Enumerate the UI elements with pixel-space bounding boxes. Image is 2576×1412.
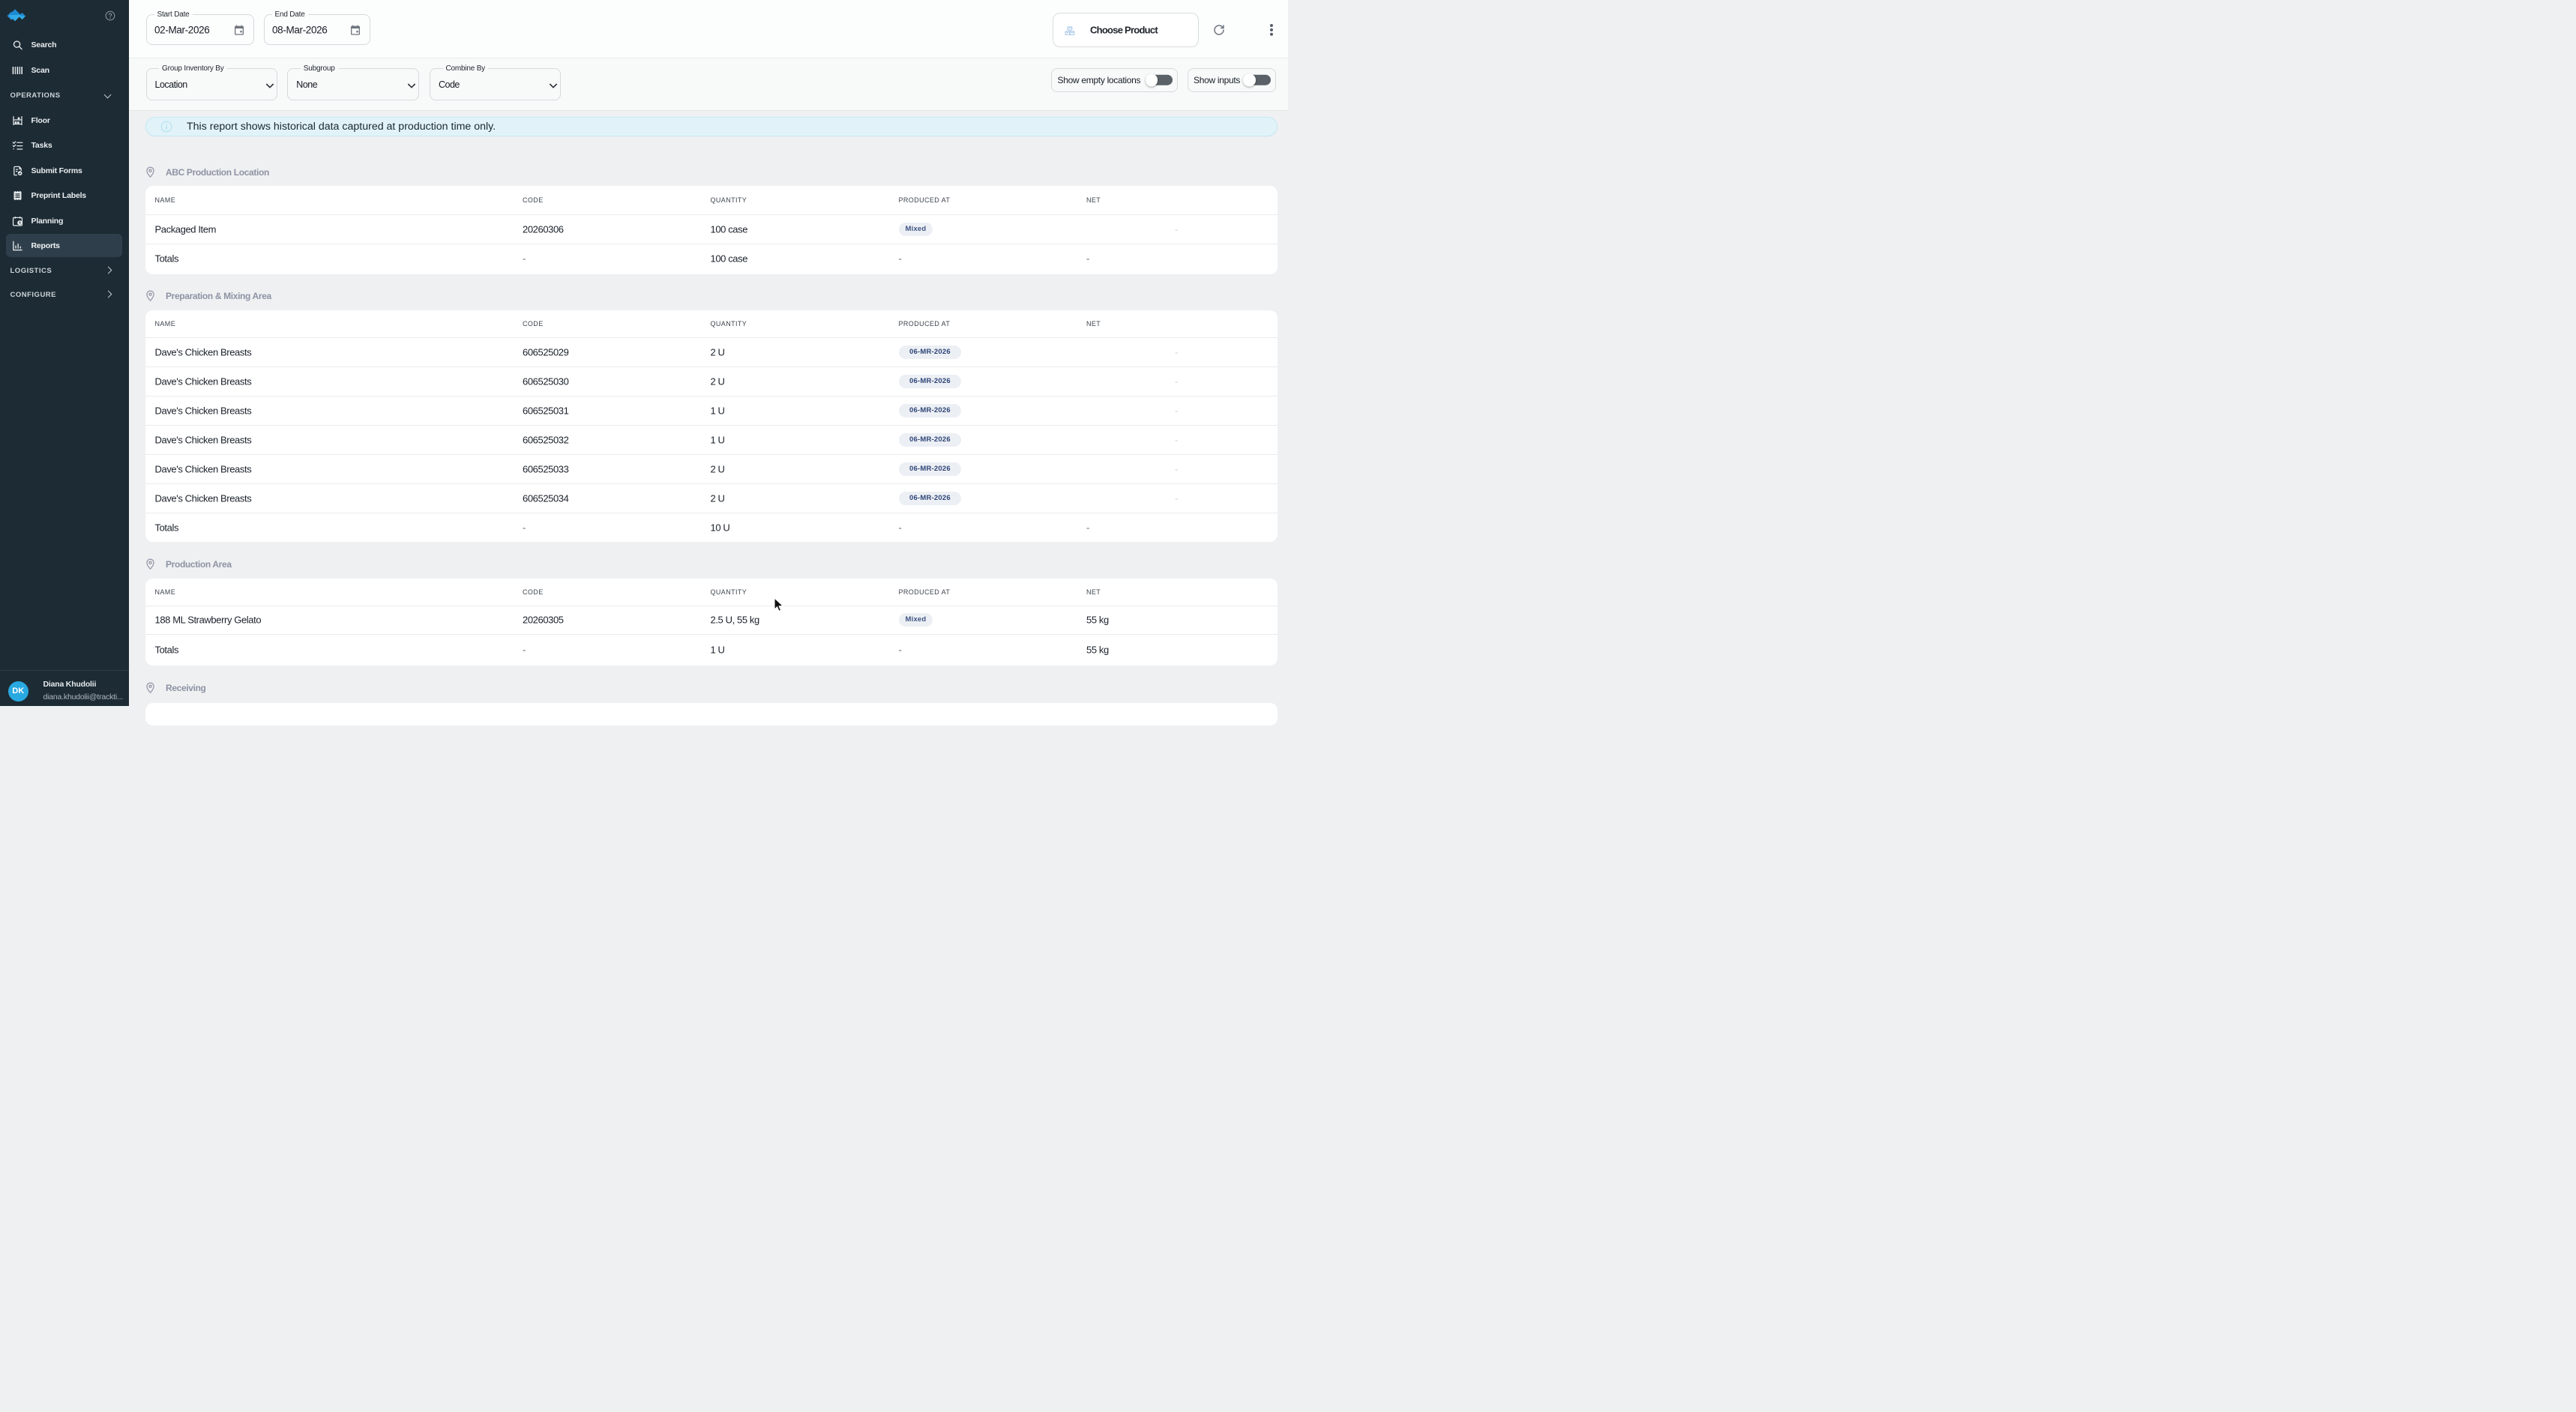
svg-text:i: i [166, 124, 168, 132]
